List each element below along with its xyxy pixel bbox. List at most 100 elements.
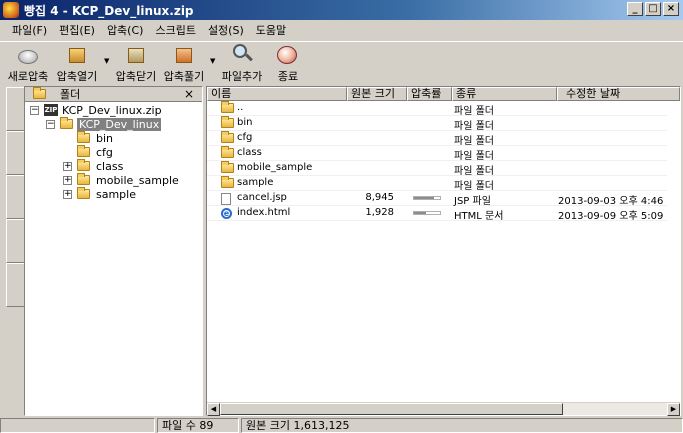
menu-bar: 파일(F) 편집(E) 압축(C) 스크립트 설정(S) 도움말 [0, 20, 683, 40]
column-name[interactable]: 이름 [207, 87, 347, 101]
file-type: 파일 폴더 [454, 181, 494, 192]
tree-item-mobile-sample[interactable]: + mobile_sample [63, 173, 179, 187]
file-name: mobile_sample [237, 162, 313, 173]
status-file-count: 파일 수 89 [157, 418, 239, 433]
add-file-button[interactable]: 파일추가 [219, 44, 265, 84]
scroll-left-button[interactable]: ◀ [207, 403, 220, 416]
menu-edit[interactable]: 편집(E) [53, 22, 101, 38]
tree-item-bin[interactable]: bin [77, 131, 113, 145]
folder-icon [60, 117, 73, 129]
menu-file[interactable]: 파일(F) [6, 22, 53, 38]
exit-icon [277, 46, 297, 64]
file-name: bin [237, 117, 253, 128]
menu-compress[interactable]: 압축(C) [101, 22, 150, 38]
expand-icon[interactable]: + [63, 189, 72, 199]
app-icon [3, 2, 19, 18]
folder-icon [77, 131, 90, 143]
tree-item-selected[interactable]: − KCP_Dev_linux [46, 117, 162, 131]
scroll-thumb[interactable] [220, 403, 563, 415]
file-type: 파일 폴더 [454, 166, 494, 177]
file-type: 파일 폴더 [454, 136, 494, 147]
file-list-pane: 이름 원본 크기 압축률 종류 수정한 날짜 .. 파일 폴더 bin 파일 폴더 cf… [206, 86, 681, 416]
new-archive-icon [18, 50, 38, 64]
folder-icon [77, 187, 90, 199]
toolbar: 새로압축 압축열기 ▼ 압축닫기 압축풀기 ▼ 파일추가 종료 [0, 41, 683, 83]
folder-pane-title: 폴더 [60, 88, 81, 101]
open-archive-button[interactable]: 압축열기 [54, 44, 100, 84]
side-tab-2[interactable] [6, 131, 25, 175]
collapse-icon[interactable]: − [46, 119, 55, 129]
file-type: 파일 폴더 [454, 121, 494, 132]
tree-item-class[interactable]: + class [63, 159, 123, 173]
file-row[interactable]: cancel.jsp 8,945 JSP 파일 2013-09-03 오후 4:46 [207, 191, 667, 207]
file-row[interactable]: .. 파일 폴더 [207, 101, 667, 117]
minimize-button[interactable]: _ [627, 2, 643, 16]
file-size: 1,928 [365, 207, 394, 218]
folder-icon [77, 173, 90, 185]
file-row[interactable]: cfg 파일 폴더 [207, 131, 667, 147]
window-title: 빵집 4 - KCP_Dev_linux.zip [24, 3, 194, 18]
file-row[interactable]: class 파일 폴더 [207, 146, 667, 162]
title-bar: 빵집 4 - KCP_Dev_linux.zip _ □ × [0, 0, 683, 20]
file-name: cfg [237, 132, 253, 143]
extract-button[interactable]: 압축풀기 [161, 44, 207, 84]
file-row[interactable]: mobile_sample 파일 폴더 [207, 161, 667, 177]
extract-dropdown-icon[interactable]: ▼ [210, 57, 215, 65]
side-tabs [4, 87, 25, 417]
status-original-size: 원본 크기 1,613,125 [241, 418, 683, 433]
compression-ratio-bar [413, 211, 441, 215]
menu-settings[interactable]: 설정(S) [202, 22, 250, 38]
folder-pane-header: 폴더 × [25, 87, 202, 102]
menu-script[interactable]: 스크립트 [149, 22, 201, 38]
folder-header-icon [33, 87, 46, 99]
side-tab-4[interactable] [6, 219, 25, 263]
tree-item-sample[interactable]: + sample [63, 187, 136, 201]
file-size: 8,945 [365, 192, 394, 203]
file-name: index.html [237, 207, 291, 218]
status-bar: 파일 수 89 원본 크기 1,613,125 [0, 418, 683, 433]
file-name: .. [237, 102, 244, 113]
exit-button[interactable]: 종료 [268, 44, 308, 84]
file-type: JSP 파일 [454, 196, 491, 207]
column-size[interactable]: 원본 크기 [347, 87, 407, 101]
new-archive-button[interactable]: 새로압축 [6, 44, 50, 84]
open-dropdown-icon[interactable]: ▼ [104, 57, 109, 65]
compression-ratio-bar [413, 196, 441, 200]
column-ratio[interactable]: 압축률 [407, 87, 452, 101]
file-name: class [237, 147, 262, 158]
menu-help[interactable]: 도움말 [250, 22, 292, 38]
file-name: sample [237, 177, 274, 188]
horizontal-scrollbar[interactable]: ◀ ▶ [207, 402, 680, 416]
folder-icon [77, 159, 90, 171]
status-empty [0, 418, 155, 433]
expand-icon[interactable]: + [63, 175, 72, 185]
open-archive-icon [69, 48, 85, 63]
file-row[interactable]: bin 파일 폴더 [207, 116, 667, 132]
column-type[interactable]: 종류 [452, 87, 557, 101]
maximize-button[interactable]: □ [645, 2, 661, 16]
file-type: 파일 폴더 [454, 151, 494, 162]
column-date[interactable]: 수정한 날짜 [557, 87, 680, 101]
file-date: 2013-09-09 오후 5:09 [558, 211, 664, 222]
close-archive-button[interactable]: 압축닫기 [113, 44, 159, 84]
file-type: HTML 문서 [454, 211, 504, 222]
folder-pane: 폴더 × − ZIP KCP_Dev_linux.zip − KCP_Dev_l… [24, 86, 203, 416]
file-type: 파일 폴더 [454, 106, 494, 117]
file-row[interactable]: e index.html 1,928 HTML 문서 2013-09-09 오후 5:0… [207, 206, 667, 222]
scroll-right-button[interactable]: ▶ [667, 403, 680, 416]
side-tab-5[interactable] [6, 263, 25, 307]
close-window-button[interactable]: × [663, 2, 679, 16]
file-date: 2013-09-03 오후 4:46 [558, 196, 664, 207]
side-tab-1[interactable] [6, 87, 25, 131]
collapse-icon[interactable]: − [30, 105, 39, 115]
tree-item-cfg[interactable]: cfg [77, 145, 113, 159]
file-name: cancel.jsp [237, 192, 287, 203]
file-row[interactable]: sample 파일 폴더 [207, 176, 667, 192]
side-tab-3[interactable] [6, 175, 25, 219]
close-pane-icon[interactable]: × [184, 87, 194, 101]
expand-icon[interactable]: + [63, 161, 72, 171]
zip-file-icon: ZIP [44, 104, 58, 116]
tree-root[interactable]: − ZIP KCP_Dev_linux.zip [30, 103, 162, 117]
extract-icon [176, 48, 192, 63]
folder-icon [77, 145, 90, 157]
